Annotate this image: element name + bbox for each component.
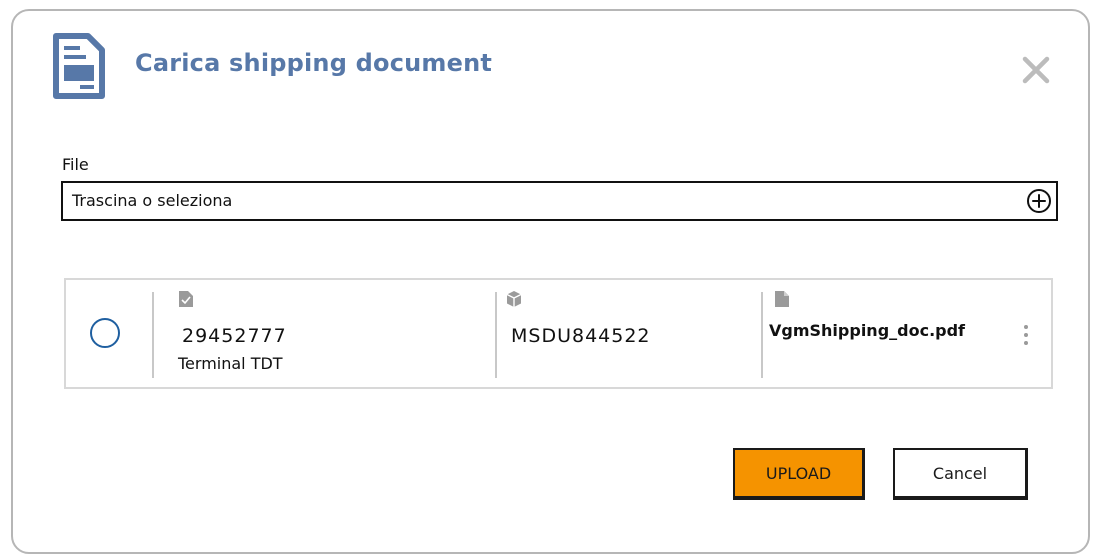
document-icon [53, 33, 105, 99]
file-icon [775, 291, 789, 307]
cube-icon [506, 291, 522, 307]
column-divider [495, 292, 497, 378]
document-select-radio[interactable] [90, 318, 120, 348]
document-row: 29452777 Terminal TDT MSDU844522 VgmShip… [64, 278, 1053, 389]
terminal-name: Terminal TDT [178, 354, 283, 373]
close-icon[interactable] [1018, 52, 1054, 88]
kebab-menu-icon[interactable] [1022, 322, 1030, 348]
file-dropzone-input[interactable]: Trascina o seleziona [61, 181, 1058, 221]
booking-number: 29452777 [182, 325, 287, 347]
file-field-label: File [62, 155, 89, 174]
cancel-button[interactable]: Cancel [893, 448, 1028, 500]
upload-button[interactable]: UPLOAD [733, 448, 865, 500]
column-divider [152, 292, 154, 378]
column-divider [761, 292, 763, 378]
file-input-placeholder: Trascina o seleziona [72, 191, 233, 210]
container-code: MSDU844522 [511, 325, 651, 347]
file-name: VgmShipping_doc.pdf [769, 321, 966, 340]
add-circle-icon[interactable] [1026, 188, 1052, 214]
dialog-title: Carica shipping document [135, 49, 493, 77]
document-check-icon [179, 291, 193, 307]
